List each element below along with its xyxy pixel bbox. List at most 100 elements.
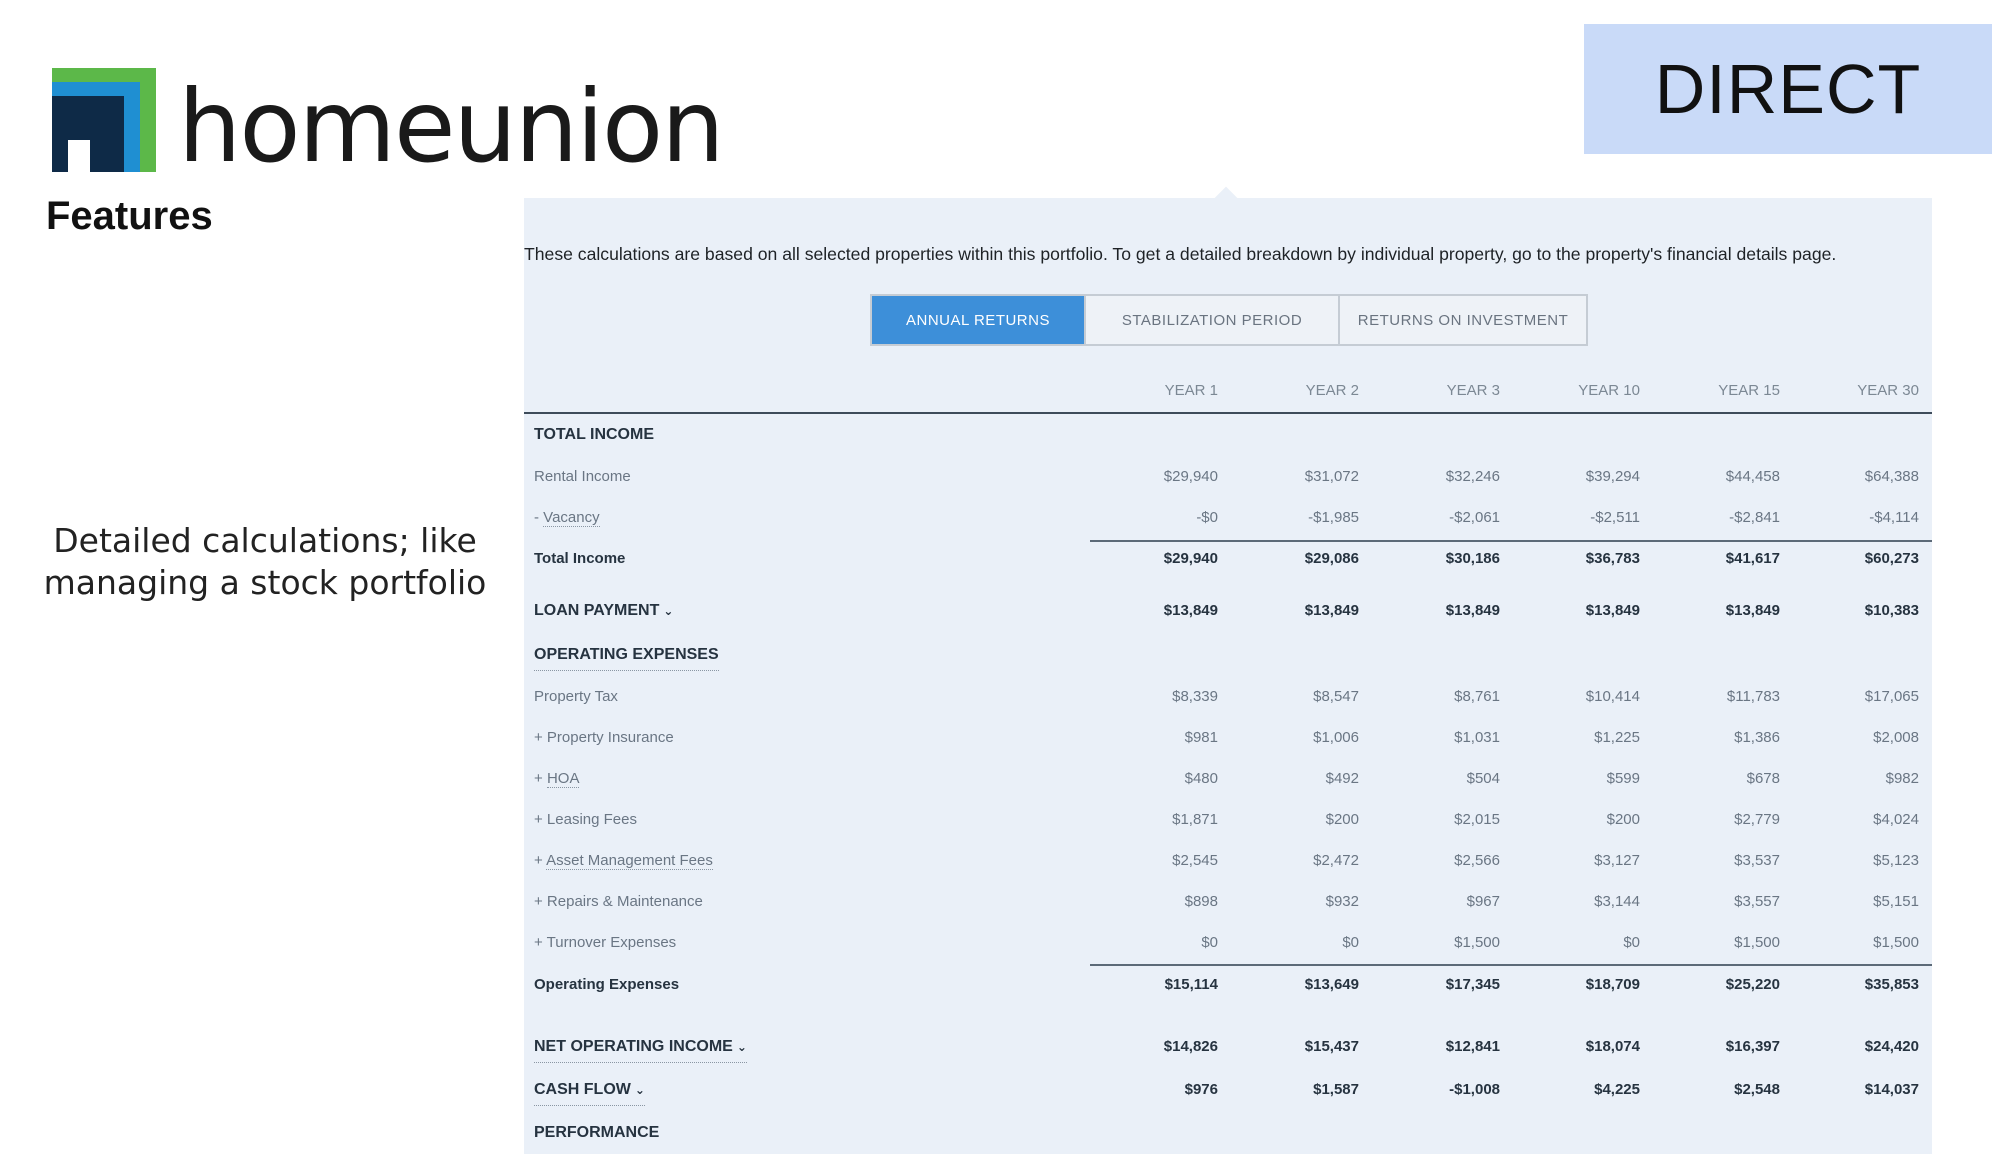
row-label: - Vacancy (534, 503, 600, 533)
hoa-link[interactable]: HOA (546, 770, 580, 788)
cell-value: $41,617 (1725, 550, 1780, 567)
row-prefix: + (534, 770, 547, 787)
cell-value: -$1,008 (1449, 1081, 1500, 1098)
row-prefix: + (534, 852, 547, 869)
cell-value: $14,826 (1163, 1038, 1218, 1055)
table-row-vacancy: - Vacancy -$0 -$1,985 -$2,061 -$2,511 -$… (524, 503, 1932, 533)
row-label: + HOA (534, 764, 580, 794)
table-row-property-insurance: + Property Insurance $981 $1,006 $1,031 … (524, 723, 1932, 753)
row-label: + Repairs & Maintenance (534, 893, 703, 910)
cell-value: $1,587 (1313, 1081, 1359, 1098)
cell-value: $15,114 (1164, 976, 1218, 993)
cell-value: $5,151 (1873, 893, 1919, 910)
cell-value: $4,024 (1873, 811, 1919, 828)
cell-value: $35,853 (1864, 976, 1919, 993)
cell-value: $678 (1746, 770, 1780, 787)
homeunion-logo: homeunion (52, 68, 725, 185)
net-operating-income-toggle[interactable]: NET OPERATING INCOME ⌄ (534, 1032, 747, 1063)
row-label: NET OPERATING INCOME (534, 1038, 733, 1055)
row-label: Operating Expenses (534, 976, 680, 993)
cell-value: $44,458 (1725, 468, 1780, 485)
column-header: YEAR 1 (1164, 382, 1218, 399)
cell-value: $2,548 (1734, 1081, 1780, 1098)
cell-value: $982 (1885, 770, 1919, 787)
table-row-loan-payment[interactable]: LOAN PAYMENT ⌄ $13,849 $13,849 $13,849 $1… (524, 596, 1932, 626)
cell-value: $200 (1606, 811, 1640, 828)
panel-intro-text: These calculations are based on all sele… (524, 244, 1837, 264)
cell-value: $31,072 (1304, 468, 1359, 485)
chevron-down-icon: ⌄ (736, 1040, 747, 1054)
section-total-income: TOTAL INCOME (524, 420, 1932, 450)
row-label: Total Income (534, 550, 626, 567)
table-row-property-tax: Property Tax $8,339 $8,547 $8,761 $10,41… (524, 682, 1932, 712)
cell-value: $16,397 (1725, 1038, 1780, 1055)
subtotal-divider (1090, 540, 1932, 542)
cell-value: $200 (1325, 811, 1359, 828)
cell-value: $10,414 (1585, 688, 1640, 705)
table-row-hoa: + HOA $480 $492 $504 $599 $678 $982 (524, 764, 1932, 794)
cell-value: $0 (1201, 934, 1218, 951)
row-label: + Leasing Fees (534, 811, 637, 828)
cash-flow-toggle[interactable]: CASH FLOW ⌄ (534, 1075, 645, 1106)
table-row-cash-flow[interactable]: CASH FLOW ⌄ $976 $1,587 -$1,008 $4,225 $2… (524, 1075, 1932, 1106)
cell-value: $1,386 (1734, 729, 1780, 746)
row-label: Property Tax (534, 688, 618, 705)
cell-value: $8,547 (1313, 688, 1359, 705)
cell-value: $3,144 (1594, 893, 1640, 910)
cell-value: -$1,985 (1308, 509, 1359, 526)
cell-value: $18,709 (1585, 976, 1640, 993)
cell-value: $932 (1325, 893, 1359, 910)
brand-name: homeunion (178, 68, 725, 185)
cell-value: $1,500 (1873, 934, 1919, 951)
direct-badge-label: DIRECT (1654, 50, 1922, 128)
cell-value: $17,345 (1445, 976, 1500, 993)
cell-value: $13,849 (1725, 602, 1780, 619)
slide-caption: Detailed calculations; like managing a s… (30, 520, 500, 604)
row-label: + Property Insurance (534, 729, 674, 746)
cell-value: $504 (1466, 770, 1500, 787)
tab-annual-returns[interactable]: ANNUAL RETURNS (872, 296, 1086, 344)
cell-value: $1,500 (1734, 934, 1780, 951)
loan-payment-toggle[interactable]: LOAN PAYMENT ⌄ (534, 596, 673, 626)
cell-value: -$2,511 (1590, 509, 1640, 526)
cell-value: $1,871 (1172, 811, 1218, 828)
row-label: CASH FLOW (534, 1081, 631, 1098)
cell-value: $29,940 (1163, 550, 1218, 567)
cell-value: $0 (1342, 934, 1359, 951)
cell-value: $11,783 (1726, 688, 1780, 705)
cell-value: $599 (1606, 770, 1640, 787)
table-row-rental-income: Rental Income $29,940 $31,072 $32,246 $3… (524, 462, 1932, 492)
cell-value: $4,225 (1594, 1081, 1640, 1098)
asset-management-fees-link[interactable]: Asset Management Fees (546, 852, 713, 870)
cell-value: $898 (1184, 893, 1218, 910)
vacancy-link[interactable]: Vacancy (543, 509, 600, 527)
cell-value: $13,649 (1304, 976, 1359, 993)
section-label: TOTAL INCOME (534, 426, 654, 443)
tab-stabilization-period[interactable]: STABILIZATION PERIOD (1086, 296, 1340, 344)
subtotal-divider (1090, 964, 1932, 966)
column-header: YEAR 30 (1857, 382, 1919, 399)
cell-value: $14,037 (1864, 1081, 1919, 1098)
header-divider (524, 412, 1932, 414)
cell-value: -$0 (1196, 509, 1218, 526)
table-row-turnover-expenses: + Turnover Expenses $0 $0 $1,500 $0 $1,5… (524, 928, 1932, 958)
row-label: + Asset Management Fees (534, 846, 713, 876)
cell-value: $492 (1325, 770, 1359, 787)
cell-value: $2,015 (1454, 811, 1500, 828)
table-row-net-operating-income[interactable]: NET OPERATING INCOME ⌄ $14,826 $15,437 $1… (524, 1032, 1932, 1063)
cell-value: $60,273 (1864, 550, 1919, 567)
cell-value: -$2,061 (1449, 509, 1500, 526)
column-header: YEAR 15 (1718, 382, 1780, 399)
tab-returns-on-investment[interactable]: RETURNS ON INVESTMENT (1340, 296, 1586, 344)
cell-value: $1,031 (1454, 729, 1500, 746)
section-label[interactable]: OPERATING EXPENSES (534, 640, 719, 671)
table-header-row: YEAR 1 YEAR 2 YEAR 3 YEAR 10 YEAR 15 YEA… (524, 376, 1932, 406)
cell-value: $12,841 (1445, 1038, 1500, 1055)
table-row-repairs-maintenance: + Repairs & Maintenance $898 $932 $967 $… (524, 887, 1932, 917)
cell-value: $2,472 (1313, 852, 1359, 869)
cell-value: $976 (1184, 1081, 1218, 1098)
cell-value: $2,779 (1734, 811, 1780, 828)
cell-value: $10,383 (1864, 602, 1919, 619)
slide-heading: Features (46, 194, 213, 238)
cell-value: $36,783 (1585, 550, 1640, 567)
